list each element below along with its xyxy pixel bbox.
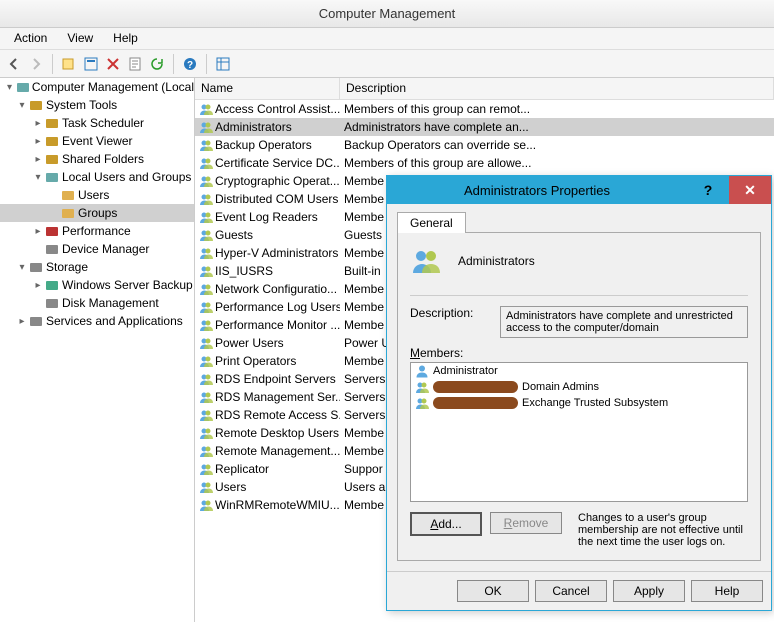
dialog-titlebar[interactable]: Administrators Properties ? ✕ — [387, 176, 771, 204]
description-field[interactable]: Administrators have complete and unrestr… — [500, 306, 748, 338]
delete-button[interactable] — [103, 54, 123, 74]
menu-view[interactable]: View — [57, 28, 103, 49]
separator — [52, 54, 53, 74]
menu-help[interactable]: Help — [103, 28, 148, 49]
list-row[interactable]: AdministratorsAdministrators have comple… — [195, 118, 774, 136]
tree-item-device_manager[interactable]: Device Manager — [0, 240, 194, 258]
dialog-help-button[interactable]: ? — [687, 176, 729, 204]
tree-item-local_users[interactable]: ▾Local Users and Groups — [0, 168, 194, 186]
add-button[interactable]: Add... — [410, 512, 482, 536]
tree-item-groups[interactable]: Groups — [0, 204, 194, 222]
tree-item-event_viewer[interactable]: ▸Event Viewer — [0, 132, 194, 150]
members-label: Members: — [410, 346, 748, 360]
col-desc[interactable]: Description — [340, 78, 774, 99]
group-header: Administrators — [410, 245, 748, 277]
help-button[interactable]: ? — [180, 54, 200, 74]
tab-general[interactable]: General — [397, 212, 466, 233]
list-view-button[interactable] — [213, 54, 233, 74]
list-row[interactable]: Access Control Assist...Members of this … — [195, 100, 774, 118]
tree-item-users[interactable]: Users — [0, 186, 194, 204]
menubar: Action View Help — [0, 28, 774, 50]
remove-button: Remove — [490, 512, 562, 534]
help-button[interactable]: Help — [691, 580, 763, 602]
tree-item-performance[interactable]: ▸Performance — [0, 222, 194, 240]
separator — [206, 54, 207, 74]
list-header: Name Description — [195, 78, 774, 100]
toolbar: ? — [0, 50, 774, 78]
properties-dialog: Administrators Properties ? ✕ General Ad… — [386, 175, 772, 611]
member-row[interactable]: Domain Admins — [411, 379, 747, 395]
tree-item-disk_mgmt[interactable]: Disk Management — [0, 294, 194, 312]
members-list[interactable]: AdministratorDomain AdminsExchange Trust… — [410, 362, 748, 502]
properties-button[interactable] — [125, 54, 145, 74]
list-row[interactable]: Backup OperatorsBackup Operators can ove… — [195, 136, 774, 154]
tree-item-task_scheduler[interactable]: ▸Task Scheduler — [0, 114, 194, 132]
member-row[interactable]: Exchange Trusted Subsystem — [411, 395, 747, 411]
tree-item-root[interactable]: ▾Computer Management (Local — [0, 78, 194, 96]
close-icon[interactable]: ✕ — [729, 176, 771, 204]
tree-item-storage[interactable]: ▾Storage — [0, 258, 194, 276]
description-label: Description: — [410, 306, 500, 320]
dialog-buttons: OK Cancel Apply Help — [387, 571, 771, 610]
tree-item-server_backup[interactable]: ▸Windows Server Backup — [0, 276, 194, 294]
menu-action[interactable]: Action — [4, 28, 57, 49]
tree-pane[interactable]: ▾Computer Management (Local▾System Tools… — [0, 78, 195, 622]
tabstrip: General — [397, 212, 761, 233]
window-titlebar: Computer Management — [0, 0, 774, 28]
svg-text:?: ? — [187, 60, 193, 71]
separator — [173, 54, 174, 74]
forward-button[interactable] — [26, 54, 46, 74]
window-title: Computer Management — [319, 6, 456, 21]
list-row[interactable]: Certificate Service DC...Members of this… — [195, 154, 774, 172]
view-button[interactable] — [81, 54, 101, 74]
dialog-title: Administrators Properties — [387, 183, 687, 198]
ok-button[interactable]: OK — [457, 580, 529, 602]
col-name[interactable]: Name — [195, 78, 340, 99]
apply-button[interactable]: Apply — [613, 580, 685, 602]
tree-item-system_tools[interactable]: ▾System Tools — [0, 96, 194, 114]
group-icon — [410, 245, 442, 277]
group-name-text: Administrators — [458, 254, 535, 268]
refresh-button[interactable] — [147, 54, 167, 74]
new-button[interactable] — [59, 54, 79, 74]
tree-item-shared_folders[interactable]: ▸Shared Folders — [0, 150, 194, 168]
back-button[interactable] — [4, 54, 24, 74]
member-row[interactable]: Administrator — [411, 363, 747, 379]
tree-item-services_apps[interactable]: ▸Services and Applications — [0, 312, 194, 330]
membership-note: Changes to a user's group membership are… — [578, 512, 748, 548]
tab-panel: Administrators Description: Administrato… — [397, 232, 761, 561]
cancel-button[interactable]: Cancel — [535, 580, 607, 602]
